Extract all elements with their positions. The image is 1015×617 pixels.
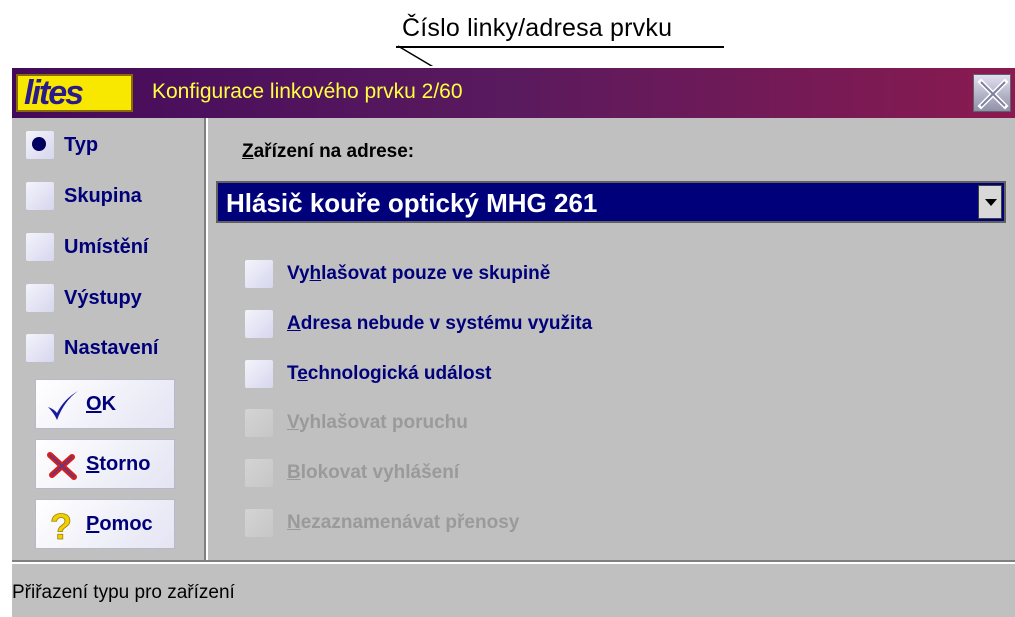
option-address-unused[interactable]: Adresa nebude v systému využita: [245, 308, 592, 340]
option-block-announcement[interactable]: Blokovat vyhlášení: [245, 457, 459, 489]
radio-icon: [26, 334, 54, 362]
cancel-button-label: Storno: [86, 453, 150, 476]
dropdown-arrow-icon[interactable]: [978, 185, 1002, 219]
nav-item-umisteni[interactable]: Umístění: [26, 231, 148, 263]
nav-item-label: Nastavení: [64, 336, 159, 359]
cancel-button[interactable]: Storno: [35, 439, 175, 489]
option-label: Vyhlašovat pouze ve skupině: [287, 263, 551, 284]
radio-icon: [26, 233, 54, 261]
nav-item-nastaveni[interactable]: Nastavení: [26, 332, 159, 364]
option-announce-group-only[interactable]: Vyhlašovat pouze ve skupině: [245, 258, 550, 290]
close-button[interactable]: [973, 74, 1011, 112]
checkbox-icon: [245, 260, 273, 288]
help-accel: P: [86, 513, 100, 535]
radio-icon: [26, 182, 54, 210]
question-icon: ?: [50, 507, 73, 543]
option-label: Adresa nebude v systému využita: [287, 313, 593, 334]
close-icon: [977, 78, 1009, 110]
cancel-accel: S: [86, 453, 100, 475]
device-type-value: Hlásič kouře optický MHG 261: [226, 188, 598, 218]
checkbox-icon: [245, 409, 273, 437]
option-technological-event[interactable]: Technologická událost: [245, 358, 491, 390]
device-label-accel: Z: [242, 141, 254, 162]
nav-item-vystupy[interactable]: Výstupy: [26, 282, 142, 314]
option-announce-fault[interactable]: Vyhlašovat poruchu: [245, 407, 468, 439]
status-bar: Přiřazení typu pro zařízení: [12, 560, 1015, 617]
callout-underline: [396, 46, 724, 48]
nav-item-typ[interactable]: Typ: [26, 129, 98, 161]
svg-text:?: ?: [50, 507, 72, 543]
device-label: Zařízení na adrese:: [242, 141, 414, 163]
checkbox-icon: [245, 459, 273, 487]
checkbox-icon: [245, 310, 273, 338]
help-button[interactable]: ? Pomoc: [35, 499, 175, 549]
ok-accel: O: [86, 393, 102, 415]
help-button-label: Pomoc: [86, 513, 153, 536]
left-panel: Typ Skupina Umístění Výstupy Nastavení O…: [12, 118, 208, 560]
device-type-select[interactable]: Hlásič kouře optický MHG 261: [216, 181, 1006, 223]
nav-item-label: Typ: [64, 133, 99, 156]
nav-item-label: Výstupy: [64, 286, 142, 309]
checkbox-icon: [245, 509, 273, 537]
device-label-rest: ařízení na adrese:: [253, 141, 415, 162]
cancel-rest: torno: [99, 453, 151, 475]
nav-item-label: Umístění: [64, 235, 149, 258]
option-label: Vyhlašovat poruchu: [287, 412, 468, 433]
radio-selected-icon: [26, 131, 54, 159]
cross-icon: [47, 452, 77, 480]
status-text: Přiřazení typu pro zařízení: [12, 582, 235, 603]
option-label: Technologická událost: [287, 363, 492, 384]
option-no-record-transfers[interactable]: Nezaznamenávat přenosy: [245, 507, 519, 539]
title-bar: lites Konfigurace linkového prvku 2/60: [12, 68, 1015, 118]
checkbox-icon: [245, 360, 273, 388]
ok-button[interactable]: OK: [35, 379, 175, 429]
nav-item-skupina[interactable]: Skupina: [26, 180, 142, 212]
ok-button-label: OK: [86, 393, 116, 416]
config-window: lites Konfigurace linkového prvku 2/60 T…: [10, 66, 1015, 617]
option-label: Blokovat vyhlášení: [287, 462, 460, 483]
nav-item-label: Skupina: [64, 184, 142, 207]
help-rest: omoc: [99, 513, 153, 535]
radio-icon: [26, 284, 54, 312]
window-title: Konfigurace linkového prvku 2/60: [152, 80, 463, 103]
option-label: Nezaznamenávat přenosy: [287, 512, 520, 533]
ok-rest: K: [101, 393, 117, 415]
callout-label: Číslo linky/adresa prvku: [402, 14, 673, 42]
lites-logo: lites: [16, 74, 133, 112]
checkmark-icon: [48, 391, 78, 420]
